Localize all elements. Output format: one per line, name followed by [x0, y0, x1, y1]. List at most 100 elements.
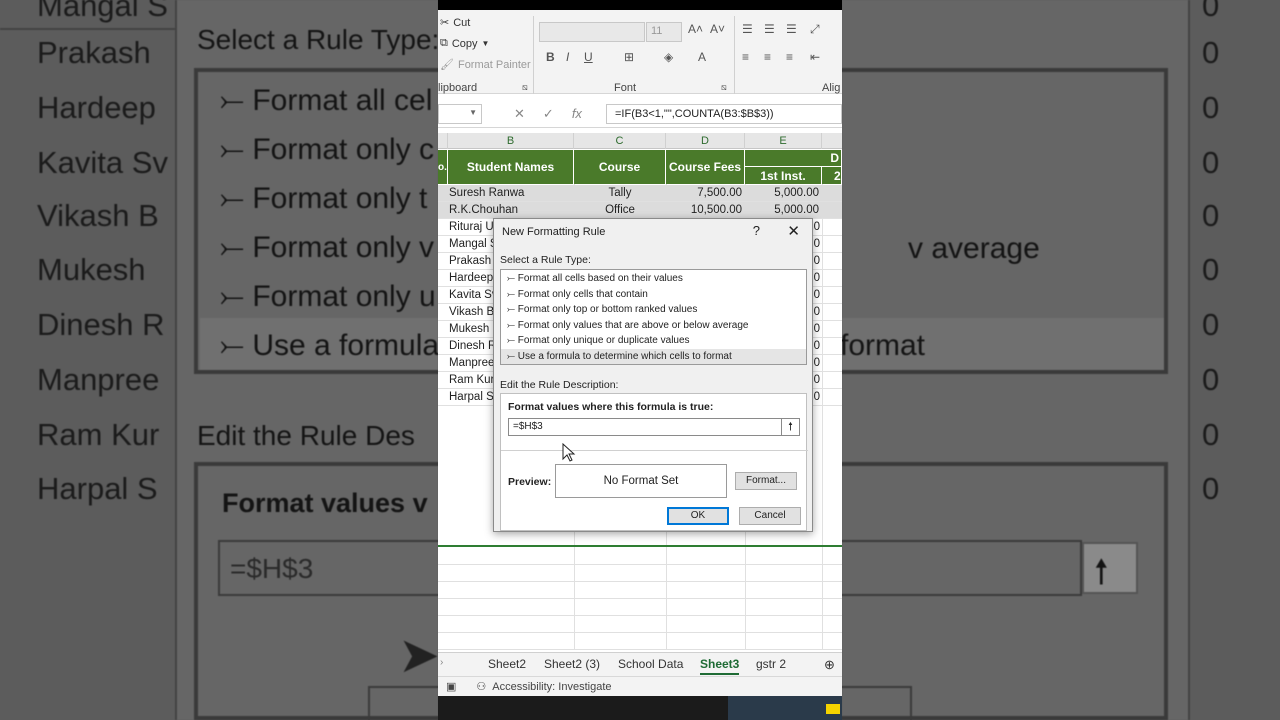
- formula-rule-input[interactable]: =$H$3 🠕: [508, 418, 800, 436]
- accessibility-status[interactable]: Accessibility: Investigate: [492, 681, 611, 693]
- taskbar-apps[interactable]: [728, 696, 842, 720]
- cut-button[interactable]: ✂ Cut: [440, 16, 470, 30]
- bold-icon[interactable]: B: [546, 50, 555, 64]
- increase-font-icon[interactable]: A˄: [688, 22, 703, 36]
- decrease-font-icon[interactable]: A˅: [710, 22, 725, 36]
- cell-inst[interactable]: 0: [812, 287, 820, 304]
- orientation-icon[interactable]: ⤢: [810, 22, 820, 37]
- add-sheet-icon[interactable]: ⊕: [824, 657, 835, 673]
- align-bottom-icon[interactable]: ☰: [786, 22, 797, 36]
- column-header-a[interactable]: [438, 133, 448, 149]
- tab-sheet2-3[interactable]: Sheet2 (3): [544, 657, 600, 671]
- formula-input[interactable]: =IF(B3<1,"",COUNTA(B3:$B$3)): [606, 104, 842, 124]
- rule-type-list: ⤚ Format all cells based on their values…: [500, 269, 807, 365]
- fill-color-icon[interactable]: ◈: [664, 50, 673, 64]
- empty-row[interactable]: [438, 616, 842, 633]
- tab-school-data[interactable]: School Data: [618, 657, 683, 671]
- confirm-icon[interactable]: ✓: [543, 106, 554, 122]
- empty-row[interactable]: [438, 599, 842, 616]
- rule-option[interactable]: ⤚ Format only cells that contain: [501, 287, 806, 303]
- header-course[interactable]: Course: [574, 150, 666, 184]
- cell-fees[interactable]: 10,500.00: [666, 202, 742, 219]
- cell-inst[interactable]: 0: [812, 219, 820, 236]
- close-icon[interactable]: ✕: [787, 222, 800, 240]
- font-dialog-launcher-icon[interactable]: ⧅: [721, 82, 727, 93]
- empty-row[interactable]: [438, 633, 842, 650]
- column-header-c[interactable]: C: [574, 133, 666, 149]
- tab-sheet3[interactable]: Sheet3: [700, 657, 740, 675]
- ok-button[interactable]: OK: [667, 507, 729, 525]
- header-installments[interactable]: D: [745, 150, 842, 167]
- copy-button[interactable]: ⧉ Copy ▼: [440, 37, 489, 50]
- rule-option[interactable]: ⤚ Format only unique or duplicate values: [501, 333, 806, 349]
- tab-sheet2[interactable]: Sheet2: [488, 657, 526, 671]
- underline-icon[interactable]: U: [584, 50, 593, 64]
- cell-inst[interactable]: 0: [812, 304, 820, 321]
- table-row[interactable]: R.K.Chouhan Office 10,500.00 5,000.00: [438, 202, 842, 219]
- format-button[interactable]: Format...: [735, 472, 797, 490]
- cell-inst[interactable]: 0: [812, 253, 820, 270]
- rule-option[interactable]: ⤚ Format only top or bottom ranked value…: [501, 302, 806, 318]
- cell-name[interactable]: Suresh Ranwa: [449, 185, 573, 202]
- column-header-e[interactable]: E: [745, 133, 822, 149]
- header-cell-a[interactable]: o.: [438, 150, 448, 184]
- rule-option-selected[interactable]: ⤚ Use a formula to determine which cells…: [501, 348, 806, 364]
- bg-name: Kavita Sv: [37, 145, 168, 180]
- column-header-b[interactable]: B: [448, 133, 574, 149]
- cell-course[interactable]: Office: [574, 202, 666, 219]
- empty-row[interactable]: [438, 582, 842, 599]
- align-top-icon[interactable]: ☰: [742, 22, 753, 36]
- cancel-icon[interactable]: ✕: [514, 106, 525, 122]
- empty-row[interactable]: [438, 565, 842, 582]
- empty-row[interactable]: [438, 548, 842, 565]
- cell-inst[interactable]: 0: [812, 321, 820, 338]
- rule-label: Format only unique or duplicate values: [517, 335, 690, 346]
- folder-icon[interactable]: [826, 704, 840, 714]
- cell-inst[interactable]: 0: [812, 372, 820, 389]
- accessibility-icon[interactable]: ⚇: [476, 680, 486, 693]
- align-middle-icon[interactable]: ☰: [764, 22, 775, 36]
- cancel-button[interactable]: Cancel: [739, 507, 801, 525]
- indent-icon[interactable]: ⇤: [810, 50, 820, 64]
- cell-name[interactable]: R.K.Chouhan: [449, 202, 573, 219]
- cell-course[interactable]: Tally: [574, 185, 666, 202]
- header-student-names[interactable]: Student Names: [448, 150, 574, 184]
- cell-inst[interactable]: 0: [812, 355, 820, 372]
- dialog-launcher-icon[interactable]: ⧅: [522, 82, 528, 93]
- font-color-icon[interactable]: A: [698, 50, 706, 64]
- help-icon[interactable]: ?: [753, 223, 760, 238]
- cell-inst[interactable]: 5,000.00: [745, 185, 819, 202]
- italic-icon[interactable]: I: [566, 50, 569, 64]
- arrow-icon: ⤚: [507, 335, 515, 346]
- font-size-box[interactable]: 11: [646, 22, 682, 42]
- cell-inst[interactable]: 0: [812, 389, 820, 406]
- cell-inst[interactable]: 5,000.00: [745, 202, 819, 219]
- rule-option[interactable]: ⤚ Format only values that are above or b…: [501, 318, 806, 334]
- tab-gstr-2[interactable]: gstr 2: [756, 657, 786, 671]
- header-1st-inst[interactable]: 1st Inst.: [745, 167, 822, 184]
- font-name-box[interactable]: [539, 22, 645, 42]
- align-left-icon[interactable]: ≡: [742, 50, 749, 64]
- rule-option[interactable]: ⤚ Format all cells based on their values: [501, 271, 806, 287]
- header-2nd-inst[interactable]: 2: [822, 167, 842, 184]
- column-header-d[interactable]: D: [666, 133, 745, 149]
- cell-inst[interactable]: 0: [812, 270, 820, 287]
- bg-zero: 0: [1202, 90, 1220, 125]
- fx-icon[interactable]: fx: [572, 106, 582, 122]
- cell-fees[interactable]: 7,500.00: [666, 185, 742, 202]
- header-course-fees[interactable]: Course Fees: [666, 150, 745, 184]
- scroll-left-icon[interactable]: ›: [440, 657, 443, 668]
- macro-icon[interactable]: ▣: [446, 680, 456, 693]
- bg-cursor-icon: ➤: [398, 627, 438, 683]
- cell-inst[interactable]: 0: [812, 338, 820, 355]
- borders-icon[interactable]: ⊞: [624, 50, 634, 64]
- cell-inst[interactable]: 0: [812, 236, 820, 253]
- table-row[interactable]: Suresh Ranwa Tally 7,500.00 5,000.00: [438, 185, 842, 202]
- arrow-icon: ⤚: [507, 350, 515, 362]
- collapse-dialog-icon[interactable]: 🠕: [781, 419, 799, 435]
- format-painter-button[interactable]: 🖌 Format Painter: [440, 58, 531, 72]
- align-right-icon[interactable]: ≡: [786, 50, 793, 64]
- align-center-icon[interactable]: ≡: [764, 50, 771, 64]
- bg-name: Ram Kur: [37, 417, 160, 452]
- name-box[interactable]: ▼: [438, 104, 482, 124]
